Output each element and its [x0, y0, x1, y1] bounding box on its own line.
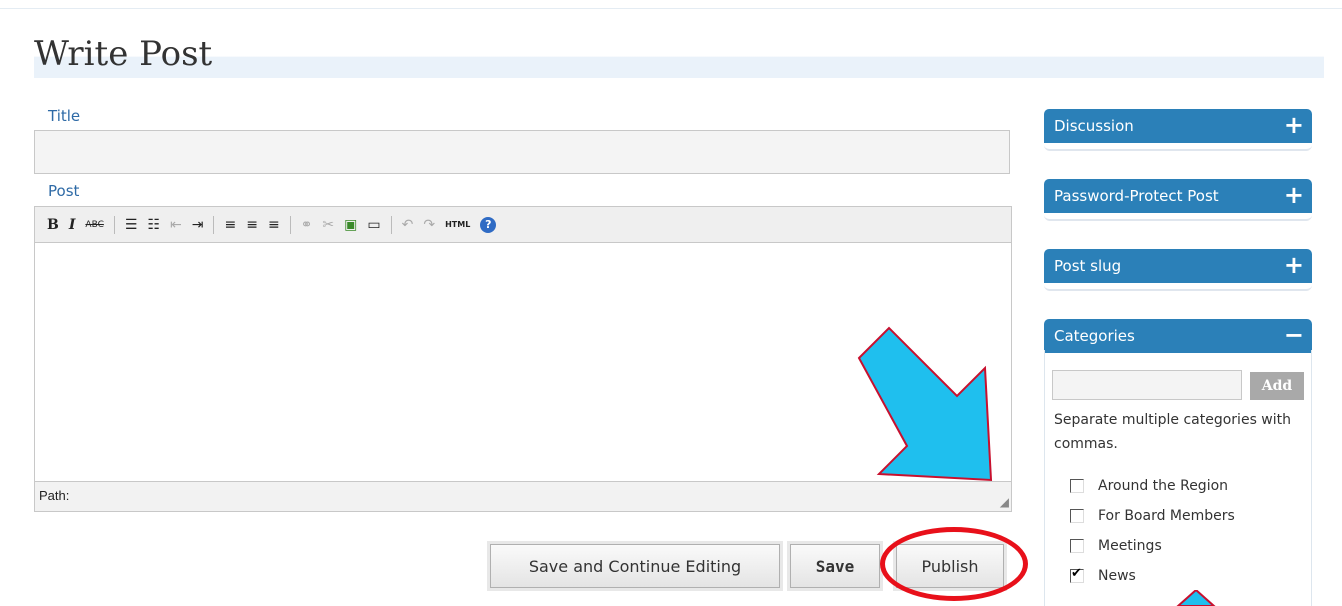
more-break-icon[interactable]: ▭	[367, 217, 380, 233]
path-label: Path:	[39, 488, 70, 503]
category-label: Meetings	[1098, 538, 1162, 554]
redo-icon[interactable]: ↷	[423, 217, 435, 233]
expand-icon[interactable]: +	[1284, 179, 1304, 211]
toolbar-separator	[213, 215, 215, 234]
italic-icon[interactable]: I	[69, 217, 76, 233]
categories-title: Categories	[1054, 327, 1135, 345]
indent-icon[interactable]: ⇥	[192, 217, 204, 233]
new-category-input[interactable]	[1052, 370, 1242, 400]
expand-icon[interactable]: +	[1284, 249, 1304, 281]
categories-hint: Separate multiple categories with commas…	[1054, 412, 1292, 452]
bold-icon[interactable]: B	[47, 217, 59, 233]
title-input[interactable]	[34, 130, 1010, 174]
align-right-icon[interactable]: ≡	[268, 217, 280, 233]
bullet-list-icon[interactable]: ☰	[125, 217, 138, 233]
help-icon[interactable]: ?	[480, 216, 497, 233]
password-title: Password-Protect Post	[1054, 187, 1219, 205]
panel-border	[1044, 211, 1312, 221]
category-item[interactable]: News	[1070, 566, 1136, 584]
password-panel-header[interactable]: Password-Protect Post +	[1044, 179, 1312, 213]
align-left-icon[interactable]: ≡	[224, 217, 236, 233]
discussion-title: Discussion	[1054, 117, 1134, 135]
html-icon[interactable]: HTML	[445, 217, 470, 233]
unlink-icon[interactable]: ✂	[322, 217, 334, 233]
category-label: Around the Region	[1098, 478, 1229, 494]
toolbar-separator	[289, 215, 291, 234]
discussion-panel-header[interactable]: Discussion +	[1044, 109, 1312, 143]
save-and-continue-button[interactable]: Save and Continue Editing	[490, 544, 780, 588]
toolbar-separator	[390, 215, 392, 234]
save-button[interactable]: Save	[790, 544, 880, 588]
strikethrough-icon[interactable]: ABC	[85, 217, 103, 233]
add-category-button[interactable]: Add	[1250, 372, 1304, 400]
editor-toolbar: B I ABC ☰ ☷ ⇤ ⇥ ≡ ≡ ≡ ⚭ ✂ ▣ ▭ ↶ ↷ HTML ?	[35, 207, 1011, 243]
page-title-bar: Write Post	[34, 30, 1324, 78]
toolbar-separator	[113, 215, 115, 234]
collapse-icon[interactable]: −	[1284, 319, 1304, 351]
outdent-icon[interactable]: ⇤	[170, 217, 182, 233]
numbered-list-icon[interactable]: ☷	[147, 217, 160, 233]
pointer-arrow-icon	[857, 326, 993, 482]
category-label: News	[1098, 568, 1136, 584]
post-slug-title: Post slug	[1054, 257, 1122, 275]
align-center-icon[interactable]: ≡	[246, 217, 258, 233]
category-checkbox[interactable]	[1070, 509, 1084, 523]
category-checkbox[interactable]	[1070, 479, 1084, 493]
category-item[interactable]: Around the Region	[1070, 478, 1228, 494]
category-item[interactable]: For Board Members	[1070, 508, 1235, 524]
category-checkbox[interactable]	[1070, 566, 1084, 583]
panel-border	[1044, 281, 1312, 291]
categories-panel-header[interactable]: Categories −	[1044, 319, 1312, 353]
category-item[interactable]: Meetings	[1070, 538, 1162, 554]
undo-icon[interactable]: ↶	[402, 217, 414, 233]
category-checkbox[interactable]	[1070, 539, 1084, 553]
title-label: Title	[48, 107, 81, 125]
post-slug-panel-header[interactable]: Post slug +	[1044, 249, 1312, 283]
post-label: Post	[48, 182, 80, 200]
resize-handle-icon[interactable]: ◢	[1000, 495, 1009, 509]
top-border	[0, 0, 1342, 9]
panel-border	[1044, 141, 1312, 151]
insert-image-icon[interactable]: ▣	[344, 217, 357, 233]
expand-icon[interactable]: +	[1284, 109, 1304, 141]
publish-highlight-circle	[880, 527, 1028, 601]
link-icon[interactable]: ⚭	[301, 217, 313, 233]
page-title: Write Post	[34, 34, 213, 74]
category-label: For Board Members	[1098, 508, 1235, 524]
